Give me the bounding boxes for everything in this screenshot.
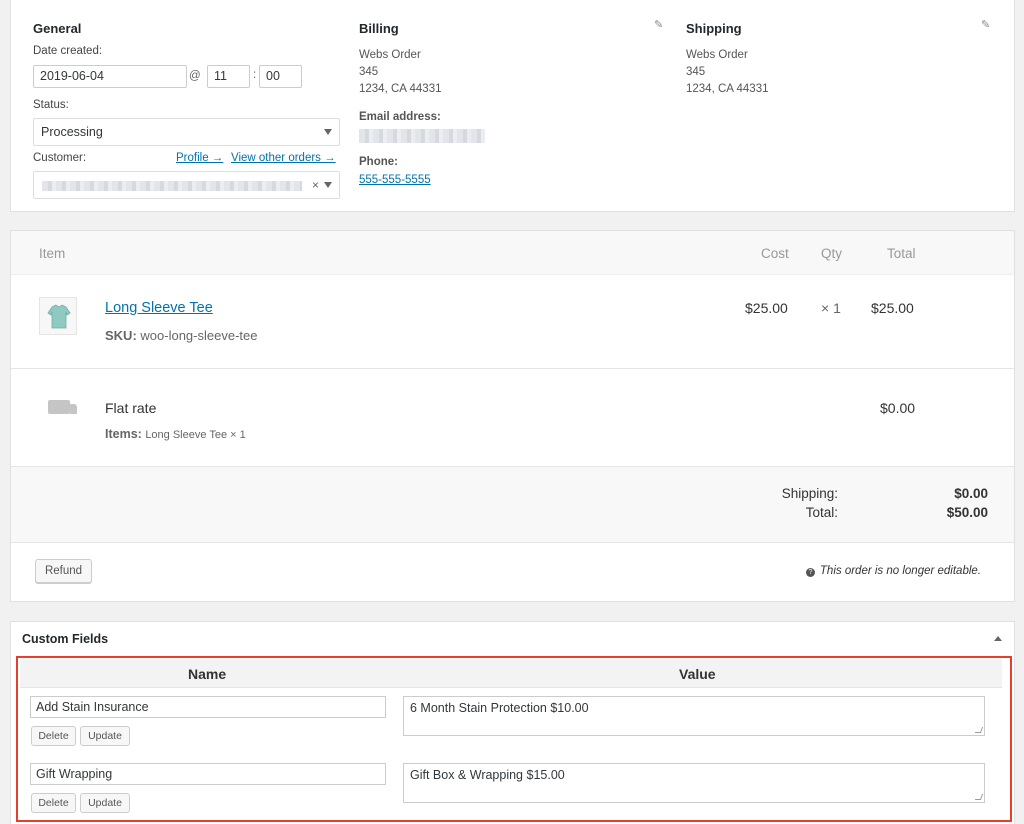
highlight-box xyxy=(16,656,1012,822)
items-header-row: Item Cost Qty Total xyxy=(11,231,1014,275)
view-other-orders-link[interactable]: View other orders → xyxy=(231,152,336,164)
order-data-panel: General Date created: 2019-06-04 @ 11 : … xyxy=(10,0,1015,212)
shipping-address-line: 345 xyxy=(686,66,706,78)
billing-title: Billing xyxy=(359,21,399,36)
customer-value-redacted xyxy=(42,181,302,191)
edit-billing-pencil-icon[interactable]: ✎ xyxy=(654,18,664,31)
shipping-address-line: Webs Order xyxy=(686,49,748,61)
row-divider xyxy=(11,368,1014,369)
refund-button[interactable]: Refund xyxy=(35,559,92,583)
sku-value: woo-long-sleeve-tee xyxy=(140,328,258,343)
product-qty: × 1 xyxy=(821,300,841,316)
status-select[interactable]: Processing xyxy=(33,118,340,146)
status-label: Status: xyxy=(33,99,69,111)
date-created-input[interactable]: 2019-06-04 xyxy=(33,65,187,88)
edit-shipping-pencil-icon[interactable]: ✎ xyxy=(981,18,991,31)
order-total-value: $50.00 xyxy=(946,505,988,520)
billing-address-line: Webs Order xyxy=(359,49,421,61)
email-label: Email address: xyxy=(359,111,441,123)
shipping-items-value: Long Sleeve Tee × 1 xyxy=(145,429,246,441)
phone-link[interactable]: 555-555-5555 xyxy=(359,174,431,186)
shipping-total-label: Shipping: xyxy=(781,486,838,501)
item-header: Item xyxy=(39,246,66,261)
not-editable-text: This order is no longer editable. xyxy=(819,565,981,577)
order-total-label: Total: xyxy=(805,505,838,520)
product-total: $25.00 xyxy=(871,300,914,316)
sku-label: SKU: xyxy=(105,328,137,343)
phone-label: Phone: xyxy=(359,156,398,168)
product-cost: $25.00 xyxy=(745,300,788,316)
shipping-address: Webs Order 345 1234, CA 44331 xyxy=(686,47,769,98)
total-header: Total xyxy=(887,246,916,261)
billing-address: Webs Order 345 1234, CA 44331 xyxy=(359,47,442,98)
clear-customer-icon[interactable]: × xyxy=(312,172,319,198)
chevron-down-icon xyxy=(324,129,332,135)
chevron-down-icon xyxy=(324,182,332,188)
email-redacted xyxy=(359,129,485,143)
collapse-arrow-icon[interactable] xyxy=(994,636,1002,641)
not-editable-note: ? This order is no longer editable. xyxy=(805,565,981,577)
billing-address-line: 1234, CA 44331 xyxy=(359,83,442,95)
status-value: Processing xyxy=(41,125,103,139)
time-colon: : xyxy=(253,69,257,81)
minute-input[interactable]: 00 xyxy=(259,65,302,88)
qty-header: Qty xyxy=(821,246,843,261)
shipping-line-total: $0.00 xyxy=(880,400,916,416)
tshirt-icon xyxy=(47,304,71,329)
general-title: General xyxy=(33,21,82,36)
shipping-address-line: 1234, CA 44331 xyxy=(686,83,769,95)
custom-fields-title: Custom Fields xyxy=(22,632,109,646)
shipping-items: Items: Long Sleeve Tee × 1 xyxy=(105,427,246,441)
date-created-label: Date created: xyxy=(33,45,103,57)
shipping-method-name: Flat rate xyxy=(105,400,157,416)
product-name-link[interactable]: Long Sleeve Tee xyxy=(105,300,213,316)
shipping-items-label: Items: xyxy=(105,427,142,441)
cost-header: Cost xyxy=(761,246,789,261)
customer-label: Customer: xyxy=(33,152,87,164)
shipping-total-value: $0.00 xyxy=(954,486,988,501)
product-sku: SKU: woo-long-sleeve-tee xyxy=(105,328,257,343)
order-items-panel: Item Cost Qty Total Long Sleeve Tee SKU:… xyxy=(10,230,1015,602)
truck-icon xyxy=(48,400,77,414)
product-thumbnail xyxy=(39,297,77,335)
hour-input[interactable]: 11 xyxy=(207,65,250,88)
customer-select[interactable]: × xyxy=(33,171,340,199)
help-icon: ? xyxy=(805,568,815,577)
billing-address-line: 345 xyxy=(359,66,379,78)
customer-profile-link[interactable]: Profile → xyxy=(176,152,223,164)
order-totals: Shipping: $0.00 Total: $50.00 xyxy=(11,466,1014,543)
shipping-title: Shipping xyxy=(686,21,742,36)
at-symbol: @ xyxy=(189,70,201,82)
